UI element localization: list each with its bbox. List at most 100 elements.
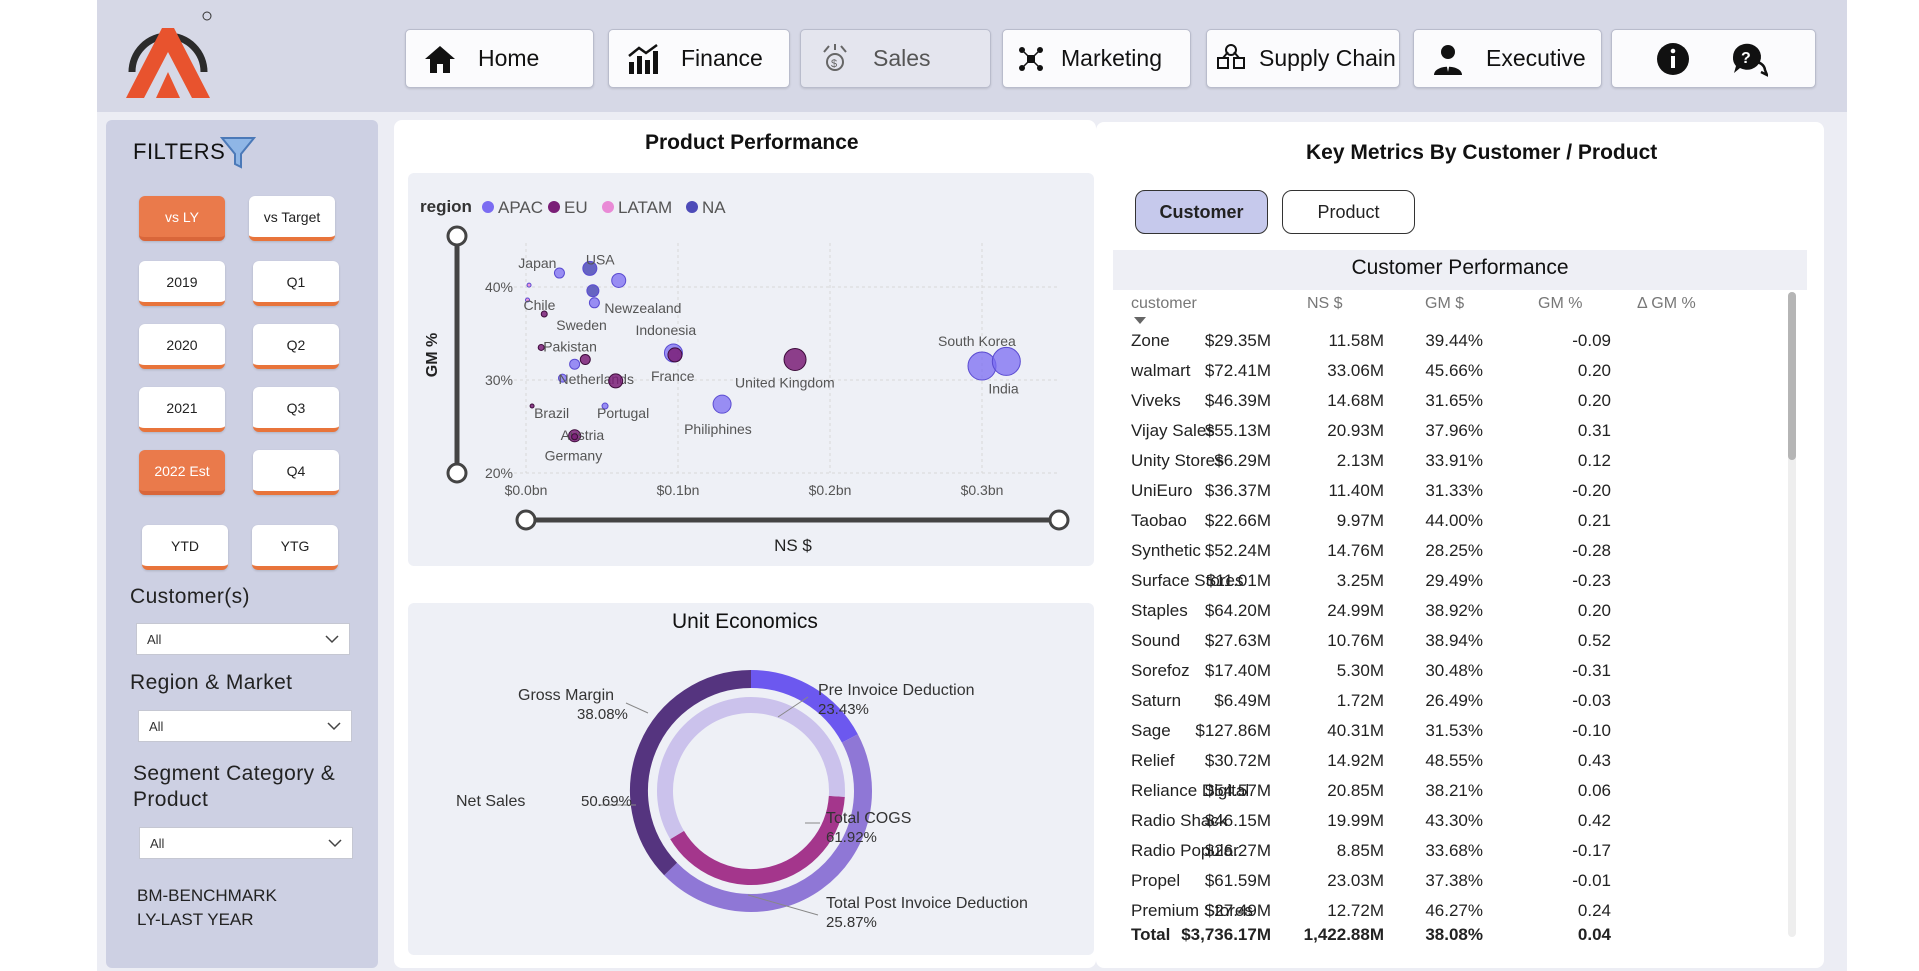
table-row[interactable]: Radio Popular $26.27M 8.85M 33.68% -0.17 — [1131, 841, 1781, 871]
marketing-icon — [1013, 41, 1049, 77]
year-2019-button[interactable]: 2019 — [139, 261, 225, 306]
vs-ly-button[interactable]: vs LY — [139, 196, 225, 241]
table-cell: 8.85M — [1336, 841, 1384, 860]
table-row[interactable]: Relief $30.72M 14.92M 48.55% 0.43 — [1131, 751, 1781, 781]
scatter-point[interactable] — [571, 433, 579, 441]
x-range-slider-right[interactable] — [1048, 509, 1070, 531]
customer-tab[interactable]: Customer — [1135, 190, 1268, 234]
x-range-slider-left[interactable] — [515, 509, 537, 531]
year-2022-est-button[interactable]: 2022 Est — [139, 450, 225, 495]
nav-sales-button[interactable]: $ Sales — [800, 29, 991, 88]
table-cell: 38.21% — [1425, 781, 1483, 800]
table-row[interactable]: Unity Stores $6.29M 2.13M 33.91% 0.12 — [1131, 451, 1781, 481]
table-row[interactable]: Surface Stores $11.01M 3.25M 29.49% -0.23 — [1131, 571, 1781, 601]
col-header-gm[interactable]: GM $ — [1425, 295, 1464, 313]
benchmark-note: BM-BENCHMARK — [137, 886, 277, 905]
table-row[interactable]: Vijay Sales $55.13M 20.93M 37.96% 0.31 — [1131, 421, 1781, 451]
scatter-point[interactable] — [540, 310, 548, 318]
table-cell: $46.39M — [1204, 391, 1271, 410]
table-row[interactable]: Reliance Digital $54.57M 20.85M 38.21% 0.06 — [1131, 781, 1781, 811]
table-cell: 0.42 — [1577, 811, 1611, 830]
table-row[interactable]: Zone $29.35M 11.58M 39.44% -0.09 — [1131, 331, 1781, 361]
scatter-point[interactable] — [569, 358, 581, 370]
y-range-slider-bottom[interactable] — [446, 462, 468, 484]
table-row[interactable]: Sorefoz $17.40M 5.30M 30.48% -0.31 — [1131, 661, 1781, 691]
col-header-delta-gm[interactable]: Δ GM % — [1637, 295, 1696, 313]
customer-dropdown[interactable]: All — [136, 623, 350, 655]
y-range-slider-top[interactable] — [446, 225, 468, 247]
table-scrollbar-thumb[interactable] — [1788, 292, 1796, 460]
legend-marker-na[interactable] — [686, 201, 698, 213]
scatter-point[interactable] — [991, 346, 1021, 376]
nav-supply-chain-button[interactable]: Supply Chain — [1206, 29, 1400, 88]
scatter-point[interactable] — [611, 272, 627, 288]
info-icon[interactable] — [1656, 42, 1690, 76]
table-row[interactable]: UniEuro $36.37M 11.40M 31.33% -0.20 — [1131, 481, 1781, 511]
scatter-point[interactable] — [579, 354, 591, 366]
year-2021-button[interactable]: 2021 — [139, 387, 225, 432]
donut-label-name: Total COGS — [826, 810, 911, 827]
table-row[interactable]: Radio Shack $46.15M 19.99M 43.30% 0.42 — [1131, 811, 1781, 841]
table-cell: $22.66M — [1204, 511, 1271, 530]
nav-sales-label: Sales — [873, 45, 931, 71]
table-row[interactable]: Sound $27.63M 10.76M 38.94% 0.52 — [1131, 631, 1781, 661]
donut-inner-segment[interactable] — [657, 697, 845, 840]
legend-label-apac[interactable]: APAC — [498, 198, 543, 217]
vs-target-button[interactable]: vs Target — [249, 196, 335, 241]
svg-text:$: $ — [831, 58, 837, 70]
table-row[interactable]: Synthetic $52.24M 14.76M 28.25% -0.28 — [1131, 541, 1781, 571]
segment-dropdown[interactable]: All — [139, 827, 353, 859]
donut-label-value: 61.92% — [826, 829, 877, 846]
quarter-q4-button[interactable]: Q4 — [253, 450, 339, 495]
region-dropdown[interactable]: All — [138, 710, 352, 742]
table-cell: 0.31 — [1577, 421, 1611, 440]
scatter-point[interactable] — [586, 284, 600, 298]
help-chat-icon[interactable]: ? — [1730, 40, 1770, 78]
col-header-gm-pct[interactable]: GM % — [1538, 295, 1582, 313]
quarter-q1-button[interactable]: Q1 — [253, 261, 339, 306]
table-cell: -0.20 — [1572, 481, 1611, 500]
year-2020-button[interactable]: 2020 — [139, 324, 225, 369]
col-header-customer[interactable]: customer — [1131, 295, 1197, 313]
table-cell: $72.41M — [1204, 361, 1271, 380]
quarter-q2-button[interactable]: Q2 — [253, 324, 339, 369]
nav-finance-button[interactable]: Finance — [608, 29, 790, 88]
table-cell: 33.06M — [1327, 361, 1384, 380]
filter-funnel-icon[interactable] — [220, 135, 256, 171]
nav-executive-button[interactable]: Executive — [1413, 29, 1602, 88]
ytd-button[interactable]: YTD — [142, 525, 228, 570]
table-row[interactable]: Sage $127.86M 40.31M 31.53% -0.10 — [1131, 721, 1781, 751]
scatter-point[interactable] — [967, 351, 997, 381]
legend-marker-apac[interactable] — [482, 201, 494, 213]
table-row[interactable]: Viveks $46.39M 14.68M 31.65% 0.20 — [1131, 391, 1781, 421]
legend-label-latam[interactable]: LATAM — [618, 198, 672, 217]
table-row[interactable]: Saturn $6.49M 1.72M 26.49% -0.03 — [1131, 691, 1781, 721]
scatter-point[interactable] — [783, 348, 807, 372]
table-row[interactable]: Propel $61.59M 23.03M 37.38% -0.01 — [1131, 871, 1781, 901]
legend-label-eu[interactable]: EU — [564, 198, 588, 217]
legend-label-na[interactable]: NA — [702, 198, 726, 217]
scatter-point[interactable] — [588, 297, 600, 309]
table-row[interactable]: Taobao $22.66M 9.97M 44.00% 0.21 — [1131, 511, 1781, 541]
ytg-button[interactable]: YTG — [252, 525, 338, 570]
legend-marker-latam[interactable] — [602, 201, 614, 213]
table-row[interactable]: Staples $64.20M 24.99M 38.92% 0.20 — [1131, 601, 1781, 631]
quarter-q3-button[interactable]: Q3 — [253, 387, 339, 432]
filters-title: FILTERS — [133, 139, 226, 164]
table-row[interactable]: walmart $72.41M 33.06M 45.66% 0.20 — [1131, 361, 1781, 391]
scatter-point[interactable] — [712, 394, 732, 414]
donut-inner-segment[interactable] — [670, 795, 845, 885]
table-cell: -0.17 — [1572, 841, 1611, 860]
scatter-point[interactable] — [667, 347, 683, 363]
nav-home-button[interactable]: Home — [405, 29, 594, 88]
nav-marketing-button[interactable]: Marketing — [1002, 29, 1191, 88]
scatter-point[interactable] — [608, 373, 624, 389]
product-tab[interactable]: Product — [1282, 190, 1415, 234]
col-header-ns[interactable]: NS $ — [1307, 295, 1343, 313]
table-cell: 9.97M — [1336, 511, 1384, 530]
table-cell: $6.29M — [1214, 451, 1271, 470]
point-label: South Korea — [938, 333, 1016, 349]
legend-marker-eu[interactable] — [548, 201, 560, 213]
scatter-point[interactable] — [526, 282, 532, 288]
unit-economics-title: Unit Economics — [672, 610, 818, 633]
